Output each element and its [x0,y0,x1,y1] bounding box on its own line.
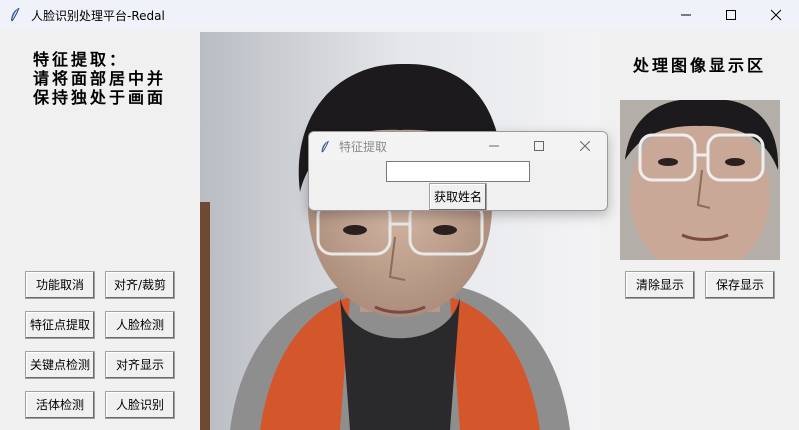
display-area-title: 处理图像显示区 [633,56,767,75]
instruction-line: 特征提取： [33,50,129,69]
feather-icon [319,139,331,158]
instruction-text: 特征提取： 请将面部居中并 保持独处于画面 [33,50,193,107]
maximize-icon [726,10,736,20]
clear-display-button[interactable]: 清除显示 [625,271,695,299]
dialog-title: 特征提取 [339,140,388,154]
instruction-line: 保持独处于画面 [33,88,167,107]
window-titlebar: 人脸识别处理平台-Redal [0,0,799,30]
dialog-close-button[interactable] [563,132,607,160]
minimize-icon [681,14,691,16]
close-button[interactable] [753,0,799,30]
processed-image-preview [620,100,780,260]
save-display-button[interactable]: 保存显示 [705,271,775,299]
window-title: 人脸识别处理平台-Redal [31,9,165,23]
keypoint-detect-button[interactable]: 关键点检测 [25,351,95,379]
cancel-function-button[interactable]: 功能取消 [25,271,95,299]
face-recognize-button[interactable]: 人脸识别 [105,391,175,419]
dialog-minimize-button[interactable] [472,132,516,160]
instruction-line: 请将面部居中并 [33,69,167,88]
feature-extract-button[interactable]: 特征点提取 [25,311,95,339]
camera-feed [200,32,600,430]
name-input[interactable] [386,161,530,182]
maximize-icon [534,141,544,151]
processed-face-image [620,100,780,260]
liveness-detect-button[interactable]: 活体检测 [25,391,95,419]
get-name-button[interactable]: 获取姓名 [429,183,487,210]
minimize-button[interactable] [663,0,709,30]
align-display-button[interactable]: 对齐显示 [105,351,175,379]
feature-extract-dialog: 特征提取 获取姓名 [308,131,608,211]
face-detect-button[interactable]: 人脸检测 [105,311,175,339]
feather-icon [8,7,22,23]
align-crop-button[interactable]: 对齐/裁剪 [105,271,175,299]
maximize-button[interactable] [708,0,754,30]
close-icon [770,9,782,21]
close-icon [580,141,590,151]
dialog-titlebar: 特征提取 [309,132,607,160]
minimize-icon [489,145,499,147]
dialog-maximize-button[interactable] [517,132,561,160]
camera-image [200,32,600,430]
